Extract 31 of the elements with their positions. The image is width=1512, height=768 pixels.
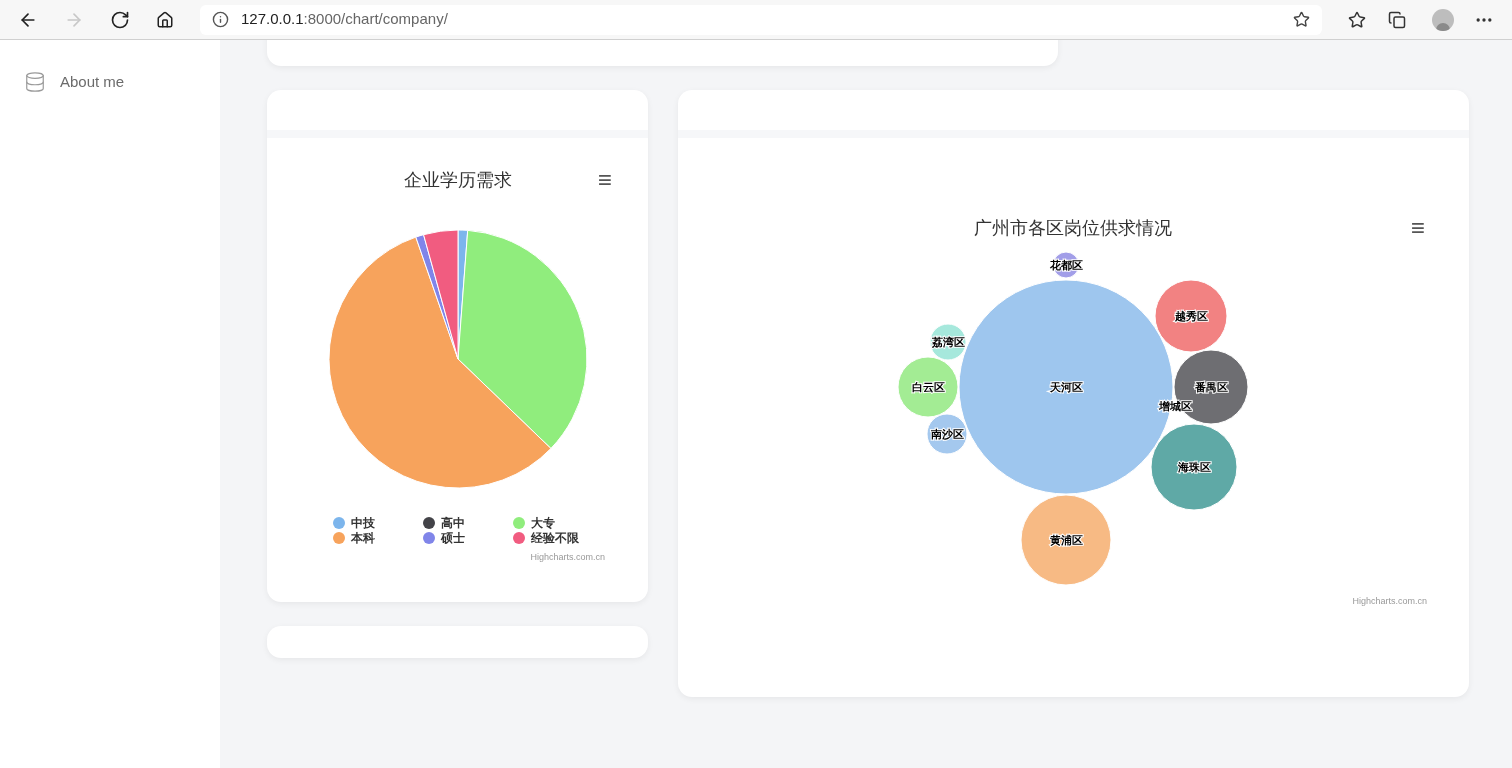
legend-item[interactable]: 经验不限 [512, 531, 603, 545]
home-icon[interactable] [156, 10, 174, 29]
bubble-label: 花都区 [1049, 259, 1083, 271]
bubble-label: 白云区 [911, 381, 945, 393]
chart-title: 广州市各区岗位供求情况 [974, 217, 1172, 240]
sidebar-item[interactable]: About me [0, 68, 220, 96]
bubble-label: 增城区 [1158, 400, 1192, 412]
bubble-label: 越秀区 [1174, 310, 1208, 322]
info-icon [212, 11, 229, 28]
chart-menu-button[interactable]: ≡ [598, 168, 612, 192]
legend-item[interactable]: 本科 [332, 531, 423, 545]
bubble-label: 南沙区 [930, 428, 964, 440]
star-add-icon[interactable] [1293, 11, 1310, 28]
reload-icon[interactable] [110, 9, 130, 30]
chart-menu-button[interactable]: ≡ [1411, 216, 1425, 240]
url-text: 127.0.0.1:8000/chart/company/ [241, 9, 449, 30]
bubble-label: 番禺区 [1194, 381, 1228, 393]
collections-icon[interactable] [1388, 10, 1406, 29]
legend-item[interactable]: 大专 [512, 516, 603, 530]
bubble-label: 荔湾区 [931, 336, 965, 348]
profile-avatar[interactable] [1432, 8, 1454, 31]
bubble-label: 海珠区 [1177, 461, 1211, 473]
database-icon [24, 71, 46, 93]
bubble-label: 黄浦区 [1049, 534, 1083, 546]
favorites-icon[interactable] [1348, 10, 1366, 29]
address-bar[interactable]: 127.0.0.1:8000/chart/company/ [200, 4, 1322, 35]
legend-item[interactable]: 中技 [332, 516, 423, 530]
legend-item[interactable]: 硕士 [422, 531, 513, 545]
bubble-label: 天河区 [1049, 381, 1083, 393]
chart-title: 企业学历需求 [403, 169, 512, 192]
legend-item[interactable]: 高中 [422, 516, 513, 530]
